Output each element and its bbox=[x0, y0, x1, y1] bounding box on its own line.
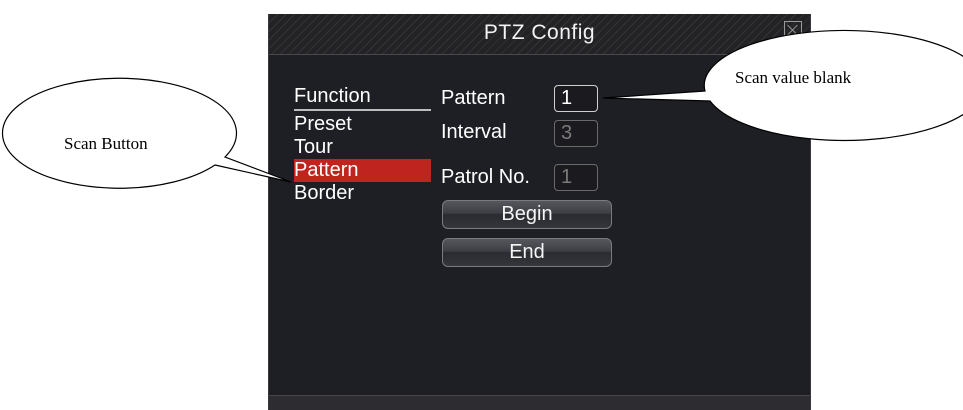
scan-value-callout-text: Scan value blank bbox=[735, 68, 852, 87]
callout-shapes bbox=[1, 29, 963, 189]
scan-button-callout-text: Scan Button bbox=[64, 134, 148, 153]
